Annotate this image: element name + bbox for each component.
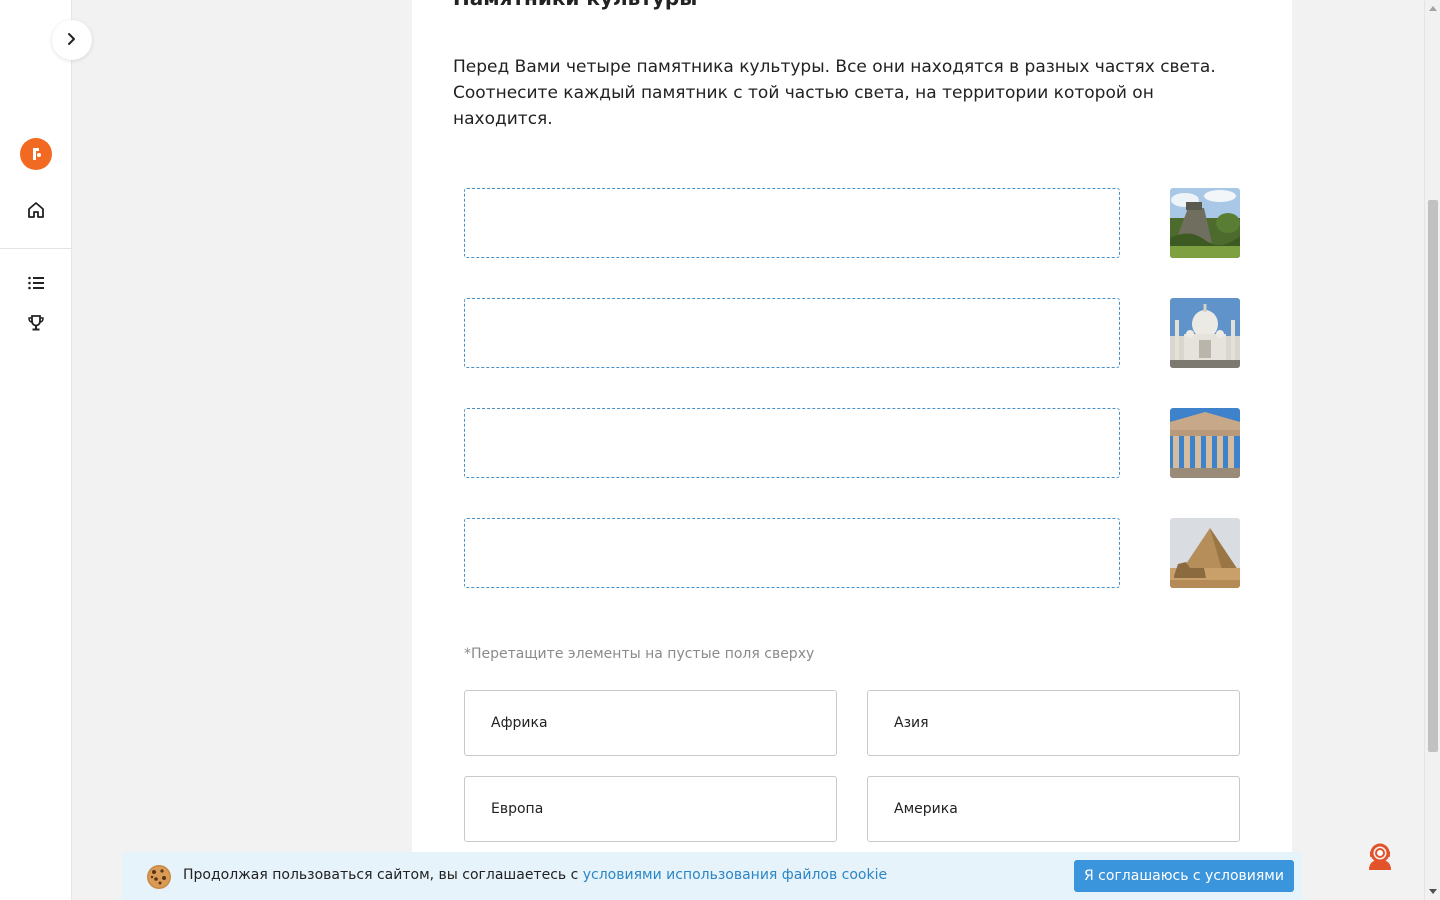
drag-hint: *Перетащите элементы на пустые поля свер…	[464, 646, 815, 662]
support-chat-icon[interactable]	[1364, 840, 1396, 872]
scroll-thumb[interactable]	[1428, 200, 1438, 752]
drop-zone[interactable]	[464, 188, 1120, 258]
logo-icon[interactable]	[20, 138, 52, 170]
answer-option[interactable]: Европа	[464, 776, 837, 842]
answer-option[interactable]: Африка	[464, 690, 837, 756]
trophy-icon[interactable]	[24, 311, 48, 335]
scroll-down-arrow-icon[interactable]	[1429, 889, 1437, 894]
answer-option[interactable]: Азия	[867, 690, 1240, 756]
page-scrollbar[interactable]	[1424, 0, 1440, 900]
match-row	[464, 188, 1240, 258]
answer-option[interactable]: Америка	[867, 776, 1240, 842]
drop-zone[interactable]	[464, 518, 1120, 588]
match-row	[464, 518, 1240, 588]
sidebar	[0, 0, 72, 900]
page-title: Памятники культуры	[453, 0, 697, 10]
scroll-up-arrow-icon[interactable]	[1429, 6, 1437, 11]
task-card: Памятники культуры Перед Вами четыре пам…	[412, 0, 1292, 900]
match-row	[464, 298, 1240, 368]
monument-image-mayan-pyramid	[1170, 188, 1240, 258]
monument-image-taj-mahal	[1170, 298, 1240, 368]
cookie-icon	[146, 864, 172, 890]
cookie-message: Продолжая пользоваться сайтом, вы соглаш…	[183, 867, 583, 883]
chevron-right-icon	[65, 31, 79, 50]
list-icon[interactable]	[24, 271, 48, 295]
home-icon[interactable]	[24, 198, 48, 222]
sidebar-divider	[0, 248, 72, 249]
drop-zone[interactable]	[464, 298, 1120, 368]
drop-zone[interactable]	[464, 408, 1120, 478]
monument-image-pyramid-sphinx	[1170, 518, 1240, 588]
cookie-text: Продолжая пользоваться сайтом, вы соглаш…	[183, 867, 887, 883]
monument-image-parthenon	[1170, 408, 1240, 478]
cookie-accept-button[interactable]: Я соглашаюсь с условиями	[1074, 860, 1294, 892]
cookie-banner: Продолжая пользоваться сайтом, вы соглаш…	[122, 852, 1302, 900]
sidebar-expand-button[interactable]	[52, 20, 92, 60]
match-row	[464, 408, 1240, 478]
task-instructions: Перед Вами четыре памятника культуры. Вс…	[453, 57, 1216, 129]
cookie-policy-link[interactable]: условиями использования файлов cookie	[583, 867, 887, 883]
